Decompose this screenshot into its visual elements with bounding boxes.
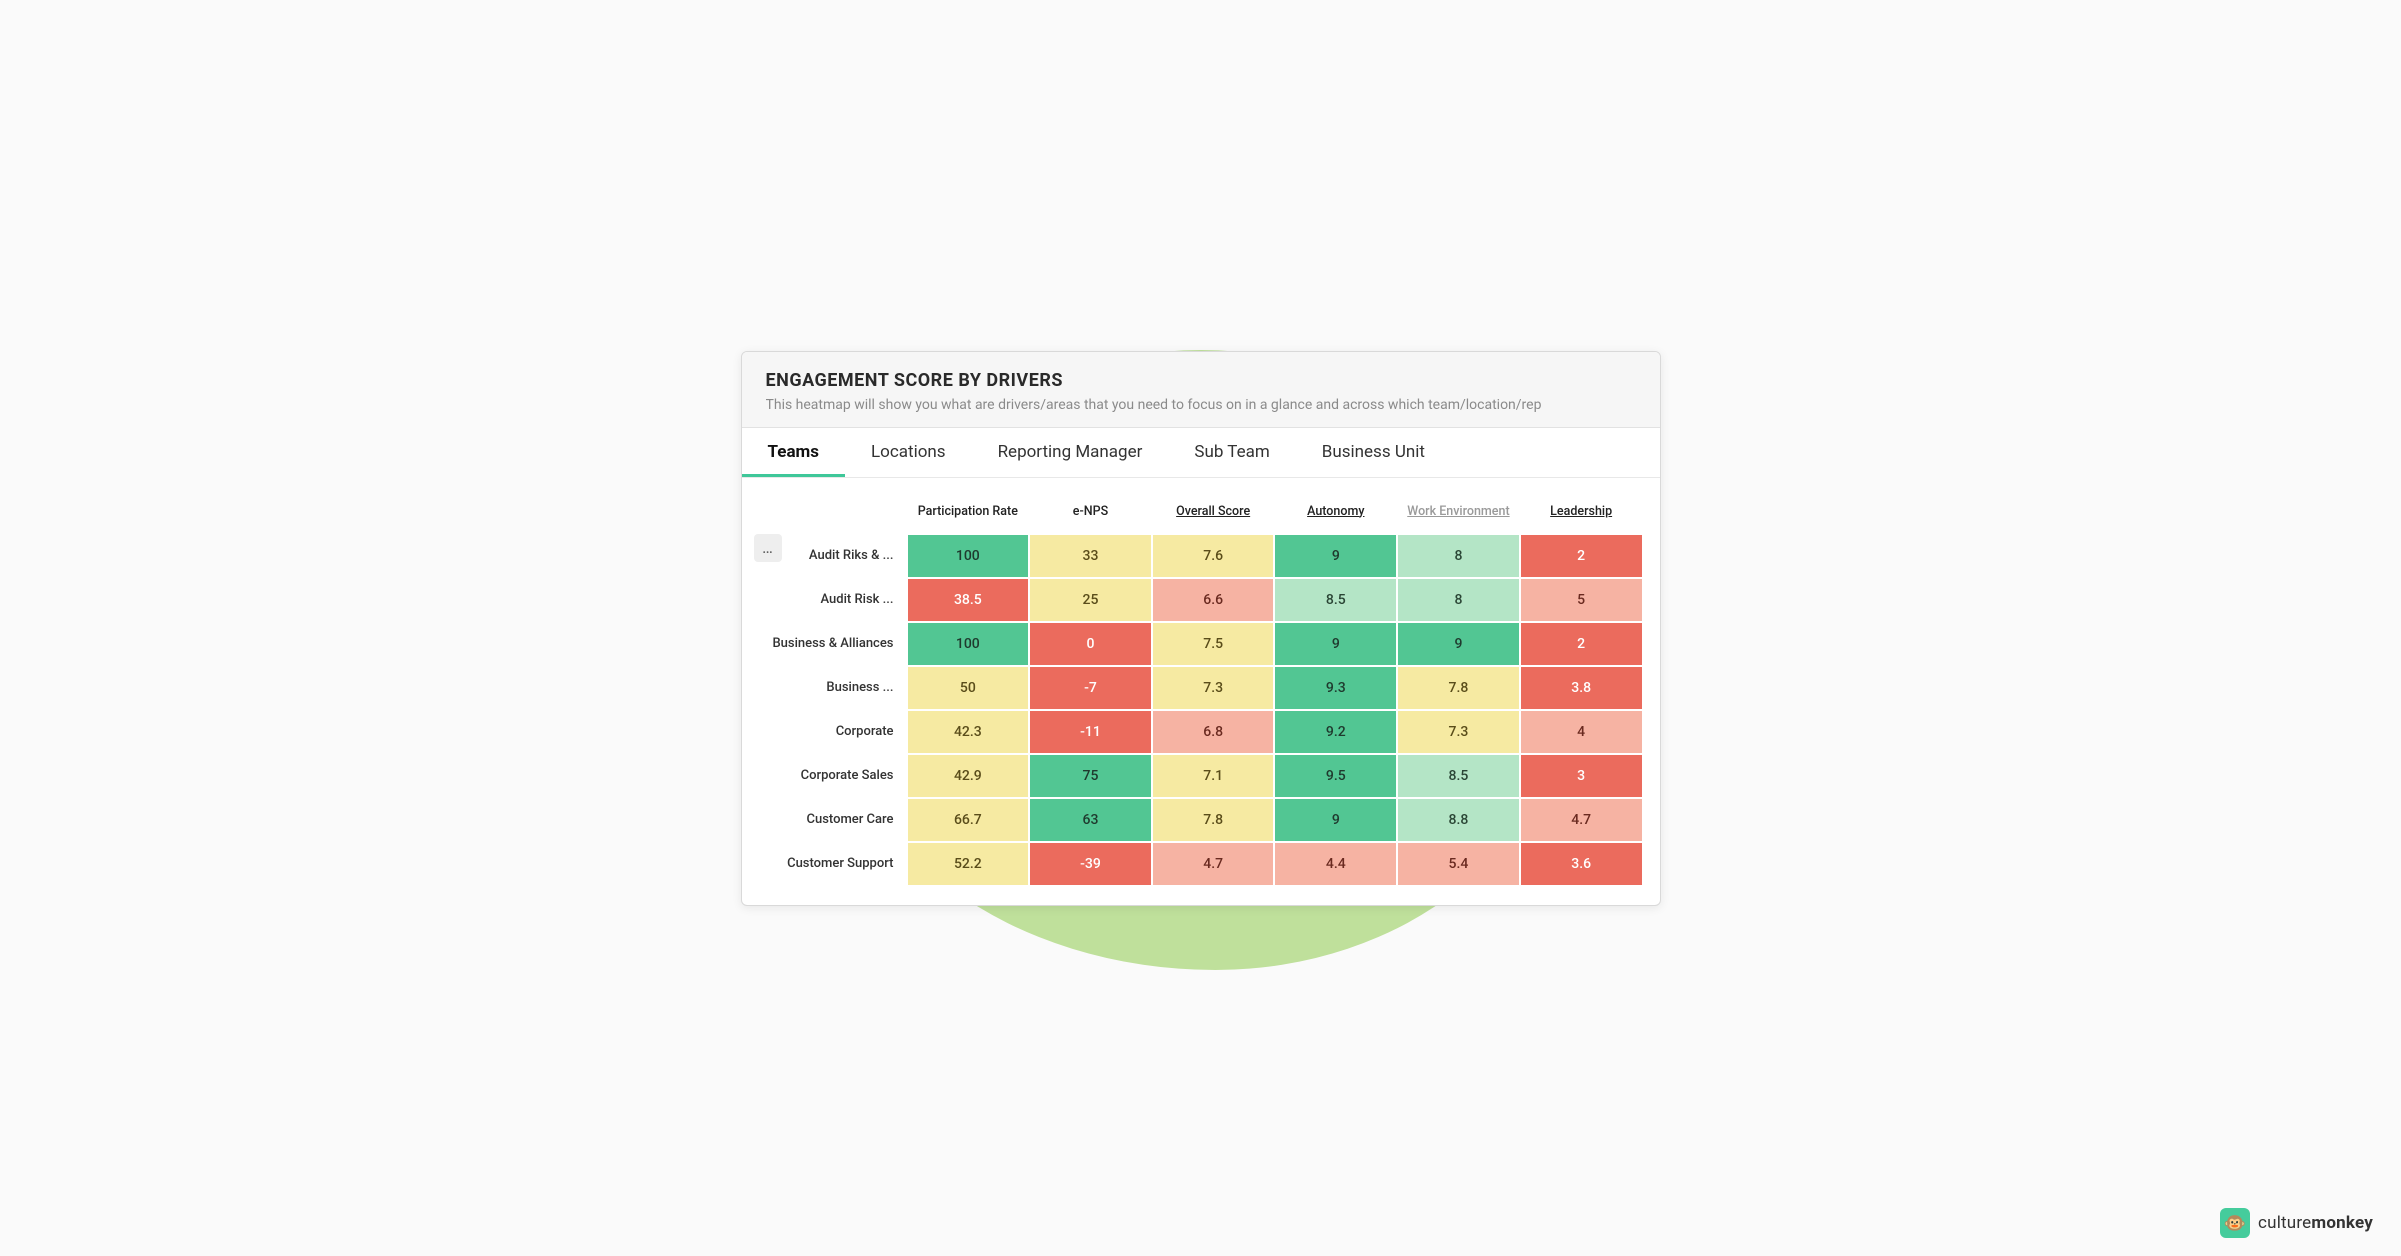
card-header: ENGAGEMENT SCORE BY DRIVERS This heatmap… <box>742 352 1660 428</box>
row-header: Corporate <box>756 711 906 753</box>
heatmap-cell[interactable]: 38.5 <box>908 579 1029 621</box>
row-header: Corporate Sales <box>756 755 906 797</box>
heatmap-cell[interactable]: 7.1 <box>1153 755 1274 797</box>
heatmap-cell[interactable]: 8 <box>1398 579 1519 621</box>
brand-text: culturemonkey <box>2258 1213 2373 1233</box>
column-header-participation-rate: Participation Rate <box>908 496 1029 533</box>
table-row: Customer Support52.2-394.74.45.43.6 <box>756 843 1642 885</box>
row-header: Audit Risk ... <box>756 579 906 621</box>
heatmap-cell[interactable]: 7.8 <box>1153 799 1274 841</box>
heatmap-cell[interactable]: 4.7 <box>1521 799 1642 841</box>
column-header-work-environment[interactable]: Work Environment <box>1398 496 1519 533</box>
heatmap-cell[interactable]: 9 <box>1275 799 1396 841</box>
more-menu-button[interactable]: … <box>754 534 782 562</box>
column-header-e-nps: e-NPS <box>1030 496 1151 533</box>
heatmap-cell[interactable]: 7.6 <box>1153 535 1274 577</box>
column-header-autonomy[interactable]: Autonomy <box>1275 496 1396 533</box>
heatmap-cell[interactable]: 4 <box>1521 711 1642 753</box>
heatmap-cell[interactable]: 6.8 <box>1153 711 1274 753</box>
heatmap-cell[interactable]: 9.3 <box>1275 667 1396 709</box>
row-header: Business ... <box>756 667 906 709</box>
heatmap-cell[interactable]: 7.3 <box>1398 711 1519 753</box>
heatmap-cell[interactable]: 6.6 <box>1153 579 1274 621</box>
heatmap-cell[interactable]: 52.2 <box>908 843 1029 885</box>
table-row: Customer Care66.7637.898.84.7 <box>756 799 1642 841</box>
heatmap-cell[interactable]: 100 <box>908 535 1029 577</box>
heatmap-cell[interactable]: -39 <box>1030 843 1151 885</box>
tab-sub-team[interactable]: Sub Team <box>1168 428 1295 477</box>
heatmap-cell[interactable]: 8 <box>1398 535 1519 577</box>
heatmap-cell[interactable]: 9 <box>1275 535 1396 577</box>
monkey-icon: 🐵 <box>2220 1208 2250 1238</box>
heatmap-cell[interactable]: 2 <box>1521 623 1642 665</box>
heatmap-cell[interactable]: 0 <box>1030 623 1151 665</box>
heatmap-cell[interactable]: 50 <box>908 667 1029 709</box>
heatmap-cell[interactable]: 4.7 <box>1153 843 1274 885</box>
table-row: Business & Alliances10007.5992 <box>756 623 1642 665</box>
heatmap-cell[interactable]: 42.3 <box>908 711 1029 753</box>
table-row: Corporate Sales42.9757.19.58.53 <box>756 755 1642 797</box>
tabs: TeamsLocationsReporting ManagerSub TeamB… <box>742 428 1660 478</box>
heatmap-cell[interactable]: 8.8 <box>1398 799 1519 841</box>
heatmap-cell[interactable]: 4.4 <box>1275 843 1396 885</box>
tab-business-unit[interactable]: Business Unit <box>1296 428 1451 477</box>
column-header-overall-score[interactable]: Overall Score <box>1153 496 1274 533</box>
brand-logo: 🐵 culturemonkey <box>2220 1208 2373 1238</box>
heatmap-cell[interactable]: 63 <box>1030 799 1151 841</box>
card-subtitle: This heatmap will show you what are driv… <box>766 397 1636 413</box>
heatmap-table: Participation Ratee-NPSOverall ScoreAuto… <box>754 494 1644 887</box>
column-header-leadership[interactable]: Leadership <box>1521 496 1642 533</box>
heatmap-cell[interactable]: 9 <box>1275 623 1396 665</box>
heatmap-cell[interactable]: 100 <box>908 623 1029 665</box>
heatmap-cell[interactable]: 3.6 <box>1521 843 1642 885</box>
heatmap-cell[interactable]: 3.8 <box>1521 667 1642 709</box>
row-header: Customer Care <box>756 799 906 841</box>
heatmap-cell[interactable]: 5.4 <box>1398 843 1519 885</box>
heatmap-cell[interactable]: -7 <box>1030 667 1151 709</box>
heatmap-cell[interactable]: -11 <box>1030 711 1151 753</box>
heatmap-cell[interactable]: 8.5 <box>1398 755 1519 797</box>
heatmap-cell[interactable]: 66.7 <box>908 799 1029 841</box>
tab-reporting-manager[interactable]: Reporting Manager <box>972 428 1169 477</box>
column-header-blank <box>756 496 906 533</box>
heatmap-container: … Participation Ratee-NPSOverall ScoreAu… <box>742 478 1660 905</box>
heatmap-cell[interactable]: 9.5 <box>1275 755 1396 797</box>
tab-locations[interactable]: Locations <box>845 428 972 477</box>
heatmap-cell[interactable]: 7.3 <box>1153 667 1274 709</box>
heatmap-cell[interactable]: 9.2 <box>1275 711 1396 753</box>
row-header: Business & Alliances <box>756 623 906 665</box>
heatmap-cell[interactable]: 5 <box>1521 579 1642 621</box>
heatmap-cell[interactable]: 75 <box>1030 755 1151 797</box>
heatmap-cell[interactable]: 25 <box>1030 579 1151 621</box>
heatmap-cell[interactable]: 9 <box>1398 623 1519 665</box>
row-header: Customer Support <box>756 843 906 885</box>
heatmap-cell[interactable]: 3 <box>1521 755 1642 797</box>
heatmap-cell[interactable]: 8.5 <box>1275 579 1396 621</box>
heatmap-cell[interactable]: 33 <box>1030 535 1151 577</box>
card-title: ENGAGEMENT SCORE BY DRIVERS <box>766 370 1636 391</box>
heatmap-cell[interactable]: 2 <box>1521 535 1642 577</box>
table-row: Corporate42.3-116.89.27.34 <box>756 711 1642 753</box>
ellipsis-icon: … <box>762 538 773 557</box>
tab-teams[interactable]: Teams <box>742 428 846 477</box>
engagement-card: ENGAGEMENT SCORE BY DRIVERS This heatmap… <box>741 351 1661 906</box>
heatmap-cell[interactable]: 42.9 <box>908 755 1029 797</box>
table-row: Audit Risk ...38.5256.68.585 <box>756 579 1642 621</box>
heatmap-cell[interactable]: 7.8 <box>1398 667 1519 709</box>
table-row: Business ...50-77.39.37.83.8 <box>756 667 1642 709</box>
table-row: Audit Riks & ...100337.6982 <box>756 535 1642 577</box>
heatmap-cell[interactable]: 7.5 <box>1153 623 1274 665</box>
